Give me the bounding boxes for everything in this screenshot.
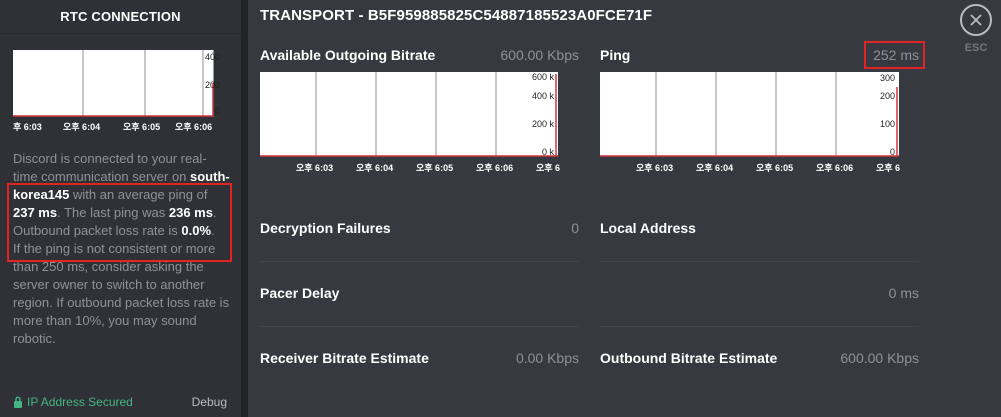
ping-highlight-annotation (864, 41, 925, 69)
y-tick: 200 k (532, 119, 555, 129)
y-tick: 400 k (532, 91, 555, 101)
panel-divider (241, 0, 248, 417)
x-tick: 오후 6 (536, 162, 560, 173)
x-tick: 오후 6 (876, 162, 900, 173)
x-tick: 오후 6:06 (816, 162, 853, 173)
stat-label: Outbound Bitrate Estimate (600, 350, 778, 366)
x-tick: 오후 6:04 (696, 162, 733, 173)
stat-row-decryption-failures: Decryption Failures 0 (260, 198, 579, 262)
y-tick: 100 (880, 119, 895, 129)
x-tick: 오후 6:04 (356, 162, 393, 173)
ping-chart: 300 200 100 0 오후 6:03 오후 6:04 오후 6:05 오후… (600, 72, 900, 173)
stat-value: 0 ms (888, 285, 919, 301)
rtc-ping-chart: 400 200 0 후 6:03 오후 6:04 오후 6:05 오후 6:06 (13, 50, 220, 132)
lock-icon (14, 396, 22, 408)
sidebar-title: RTC CONNECTION (0, 0, 241, 34)
highlight-annotation (7, 183, 232, 262)
rtc-sidebar: RTC CONNECTION 400 200 0 후 6:03 오후 6:04 … (0, 0, 241, 417)
outgoing-bitrate-label: Available Outgoing Bitrate (260, 47, 436, 63)
mini-y-tick: 0 (215, 106, 220, 116)
stat-value: 0 (571, 220, 579, 236)
mini-x-tick: 오후 6:06 (175, 121, 212, 132)
x-tick: 오후 6:05 (756, 162, 793, 173)
x-tick: 오후 6:03 (636, 162, 673, 173)
y-tick: 200 (880, 91, 895, 101)
esc-label: ESC (964, 42, 988, 54)
y-tick: 0 k (542, 147, 555, 157)
stat-value: 600.00 Kbps (840, 350, 919, 366)
debug-link[interactable]: Debug (192, 395, 227, 409)
close-control[interactable]: ESC (959, 4, 993, 54)
y-tick: 300 (880, 73, 895, 83)
stat-row-receiver-bitrate: Receiver Bitrate Estimate 0.00 Kbps (260, 328, 579, 392)
x-tick: 오후 6:03 (296, 162, 333, 173)
stat-label: Pacer Delay (260, 285, 340, 301)
sidebar-footer: IP Address Secured Debug (13, 395, 227, 409)
mini-y-tick: 400 (205, 52, 220, 62)
transport-title: TRANSPORT - B5F959885825C54887185523A0FC… (260, 7, 653, 24)
close-button[interactable] (960, 4, 992, 36)
stat-row-pacer-delay: Pacer Delay (260, 263, 579, 327)
stat-row-pacer-delay-value: 0 ms (600, 263, 919, 327)
x-tick: 오후 6:06 (476, 162, 513, 173)
secured-label: IP Address Secured (27, 395, 133, 409)
mini-x-tick: 오후 6:05 (123, 121, 160, 132)
stat-row-outbound-bitrate: Outbound Bitrate Estimate 600.00 Kbps (600, 328, 919, 392)
stat-label: Local Address (600, 220, 696, 236)
y-tick: 600 k (532, 72, 555, 82)
mini-x-tick: 오후 6:04 (63, 121, 100, 132)
ping-label: Ping (600, 47, 631, 63)
mini-x-tick: 후 6:03 (13, 121, 42, 132)
mini-y-tick: 200 (205, 80, 220, 90)
stat-row-local-address: Local Address (600, 198, 919, 262)
outgoing-bitrate-chart: 600 k 400 k 200 k 0 k 오후 6:03 오후 6:04 오후… (260, 72, 560, 173)
stat-value: 0.00 Kbps (515, 350, 579, 366)
desc-text: Discord is connected to your real-time c… (13, 151, 207, 184)
y-tick: 0 (890, 147, 895, 157)
close-icon (970, 14, 982, 26)
stat-label: Decryption Failures (260, 220, 391, 236)
stat-label: Receiver Bitrate Estimate (260, 350, 429, 366)
x-tick: 오후 6:05 (416, 162, 453, 173)
ip-secured-status: IP Address Secured (13, 395, 133, 409)
outgoing-bitrate-value: 600.00 Kbps (500, 47, 579, 63)
